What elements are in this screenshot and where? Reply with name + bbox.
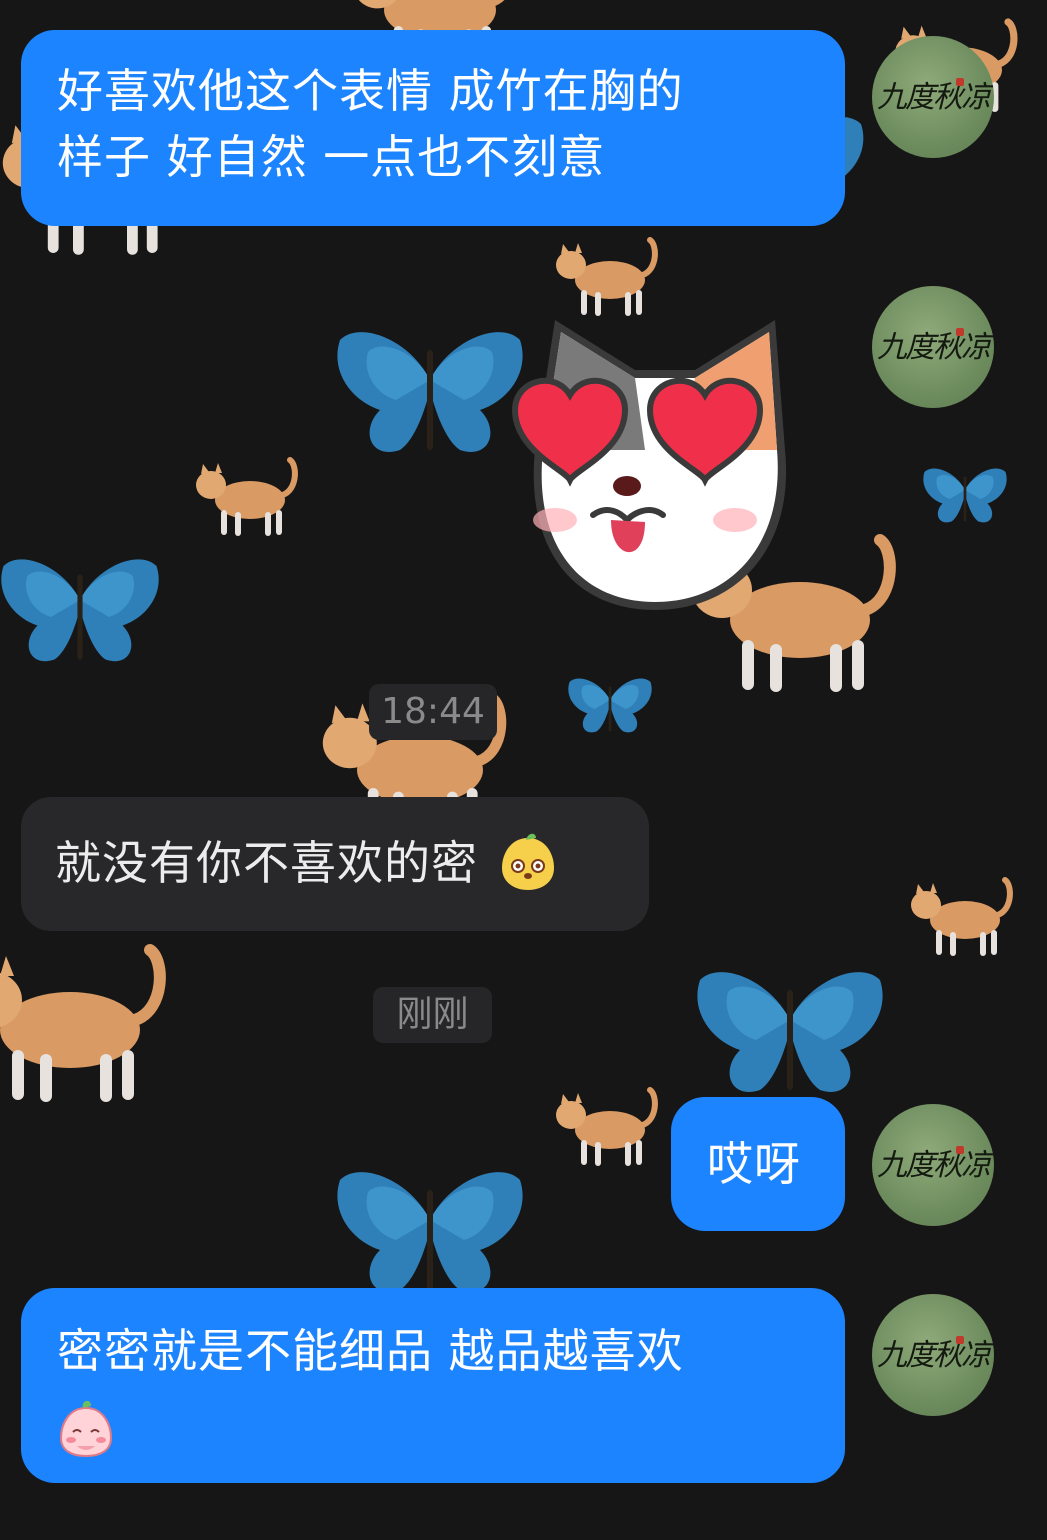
message-text-line-2: 样子 好自然 一点也不刻意 (57, 130, 606, 184)
message-bubble-outgoing[interactable]: 好喜欢他这个表情 成竹在胸的 样子 好自然 一点也不刻意 (21, 30, 845, 226)
chick-emoji (498, 832, 558, 892)
avatar[interactable]: 九度秋凉 (872, 1294, 994, 1416)
timestamp: 18:44 (369, 684, 497, 740)
avatar[interactable]: 九度秋凉 (872, 286, 994, 408)
message-text-line-1: 好喜欢他这个表情 成竹在胸的 (57, 64, 684, 118)
avatar-seal (956, 1336, 964, 1344)
avatar-seal (956, 78, 964, 86)
avatar[interactable]: 九度秋凉 (872, 36, 994, 158)
sticker-image (511, 320, 787, 610)
avatar-text: 九度秋凉 (877, 1338, 991, 1373)
message-text: 哎呀 (707, 1137, 801, 1191)
message-bubble-incoming[interactable]: 就没有你不喜欢的密 (21, 797, 649, 931)
avatar[interactable]: 九度秋凉 (872, 1104, 994, 1226)
heart-eyes-cat-sticker[interactable] (495, 300, 815, 620)
message-text: 就没有你不喜欢的密 (55, 836, 478, 890)
avatar-text: 九度秋凉 (877, 80, 991, 115)
avatar-text: 九度秋凉 (877, 1148, 991, 1183)
shy-peach-emoji (57, 1400, 115, 1458)
avatar-text: 九度秋凉 (877, 330, 991, 365)
avatar-seal (956, 328, 964, 336)
message-text: 密密就是不能细品 越品越喜欢 (57, 1324, 684, 1378)
message-bubble-outgoing[interactable]: 密密就是不能细品 越品越喜欢 (21, 1288, 845, 1483)
message-bubble-outgoing[interactable]: 哎呀 (671, 1097, 845, 1231)
timestamp: 刚刚 (373, 987, 492, 1043)
avatar-seal (956, 1146, 964, 1154)
